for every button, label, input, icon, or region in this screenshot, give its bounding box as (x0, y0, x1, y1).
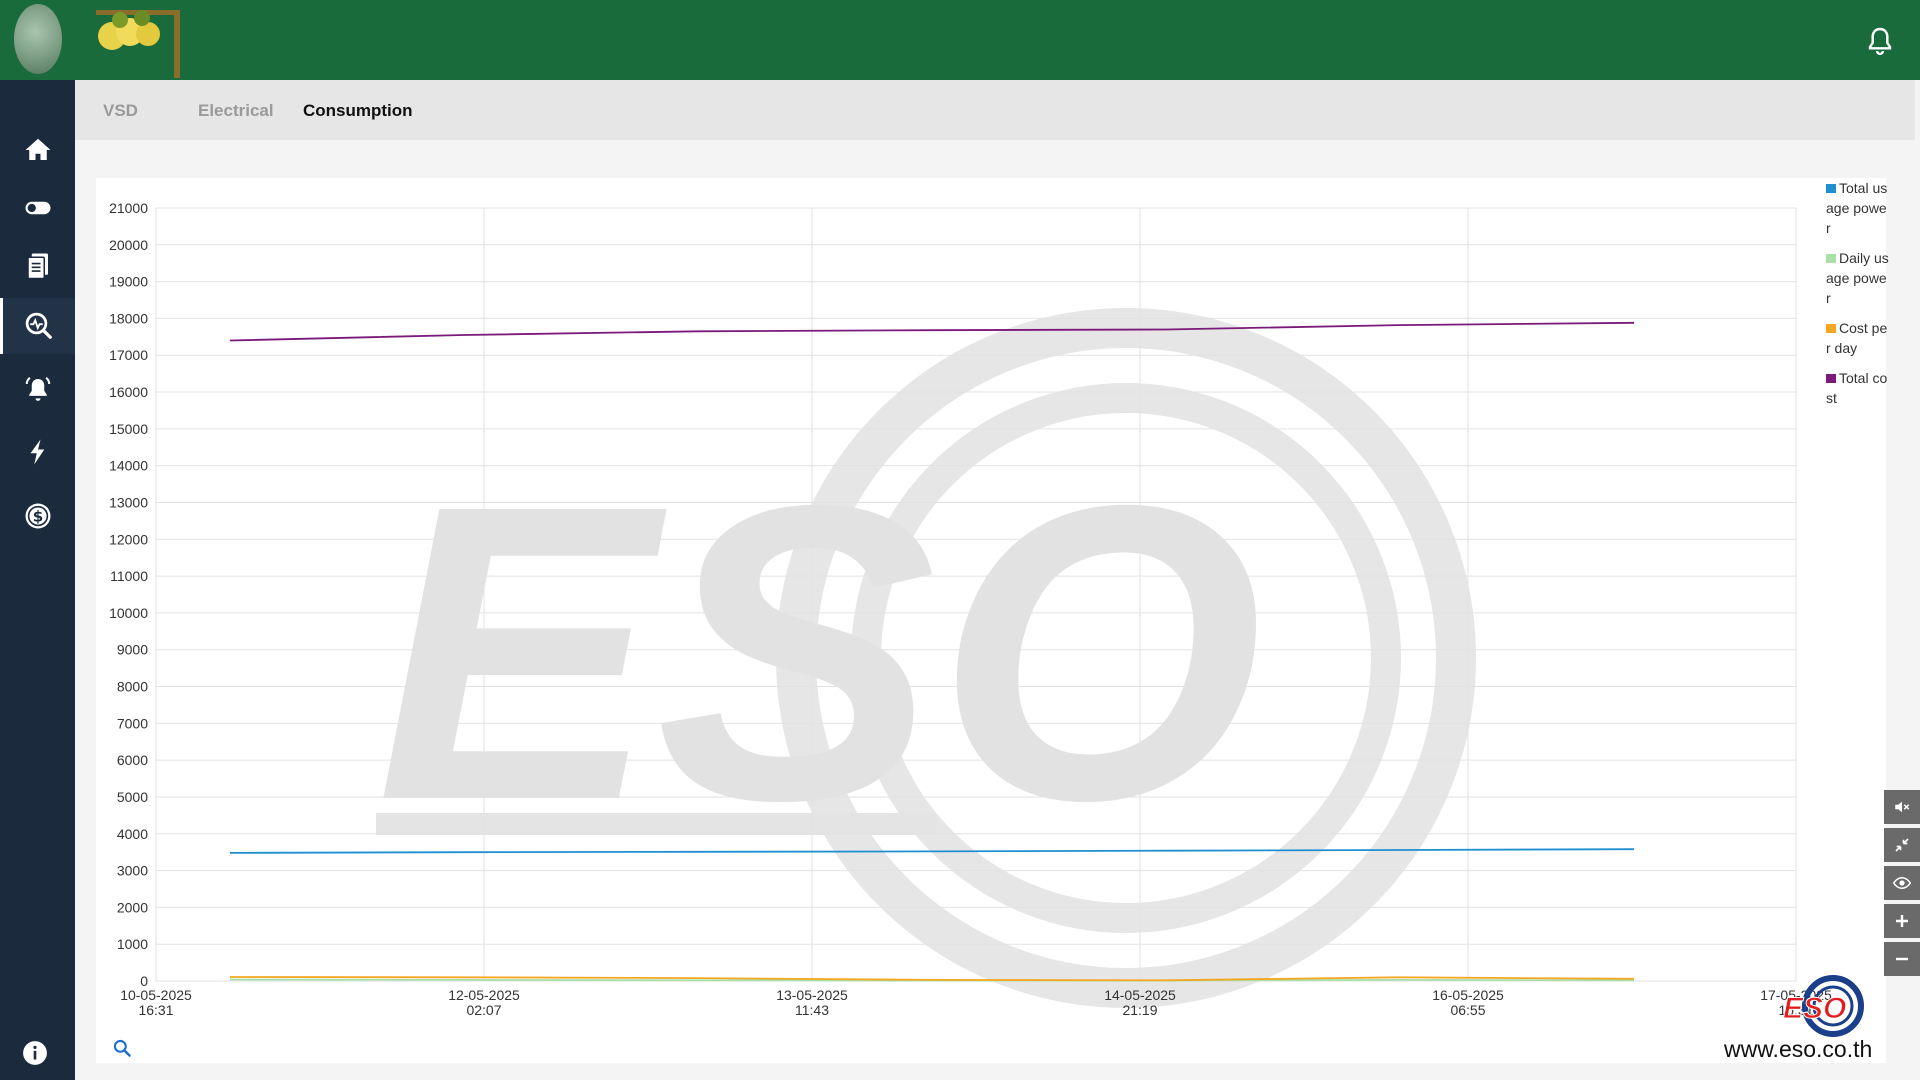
y-tick-label: 17000 (109, 347, 148, 363)
legend-swatch (1826, 324, 1836, 333)
y-tick-label: 13000 (109, 494, 148, 510)
brand-url[interactable]: www.eso.co.th (1724, 1036, 1872, 1063)
legend-swatch (1826, 374, 1836, 383)
dollar-icon: $ (25, 503, 50, 529)
zoom-out-button[interactable] (1884, 942, 1920, 976)
y-tick-label: 1000 (117, 936, 148, 952)
svg-text:$: $ (32, 508, 42, 526)
y-tick-label: 15000 (109, 421, 148, 437)
y-tick-label: 3000 (117, 863, 148, 879)
legend-item-cost-per-day[interactable]: Cost per day (1826, 318, 1890, 358)
consumption-chart: 21000 20000 19000 18000 17000 16000 15000 14000… (109, 200, 1832, 1018)
monitor-search-icon (25, 312, 52, 339)
tab-electrical[interactable]: Electrical (198, 80, 274, 140)
x-tick-date: 14-05-2025 (1104, 987, 1176, 1003)
lightning-icon (30, 439, 44, 465)
legend-swatch (1826, 254, 1836, 263)
eso-brand-logo: ESO (1783, 975, 1864, 1037)
x-tick-date: 10-05-2025 (120, 987, 192, 1003)
legend-swatch (1826, 184, 1836, 193)
company-logo (14, 4, 62, 74)
x-tick-time: 02:07 (466, 1002, 501, 1018)
y-tick-label: 10000 (109, 605, 148, 621)
eye-icon (1893, 876, 1911, 890)
y-tick-label: 12000 (109, 531, 148, 547)
y-tick-label: 5000 (117, 789, 148, 805)
sidebar-item-toggle[interactable] (0, 180, 75, 236)
sidebar-item-energy[interactable] (0, 424, 75, 480)
x-tick-time: 11:43 (795, 1002, 829, 1018)
tab-bar: VSD Electrical Consumption (75, 80, 1915, 140)
collapse-icon (1895, 838, 1909, 852)
x-tick-date: 16-05-2025 (1432, 987, 1504, 1003)
mute-button[interactable] (1884, 790, 1920, 824)
y-tick-label: 18000 (109, 310, 148, 326)
series-line-total-usage-power (229, 848, 1635, 854)
tab-vsd[interactable]: VSD (103, 80, 138, 140)
sidebar-item-monitor[interactable] (0, 298, 75, 354)
alarm-bell-icon (25, 376, 50, 401)
zoom-in-button[interactable] (1884, 904, 1920, 938)
y-tick-label: 19000 (109, 274, 148, 290)
visibility-button[interactable] (1884, 866, 1920, 900)
svg-text:ESO: ESO (1783, 992, 1846, 1025)
collapse-button[interactable] (1884, 828, 1920, 862)
plus-icon (1896, 915, 1908, 927)
y-tick-label: 21000 (109, 200, 148, 216)
sidebar: $ (0, 80, 75, 1080)
document-icon (26, 253, 48, 280)
sidebar-item-documents[interactable] (0, 238, 75, 294)
home-icon (25, 138, 50, 160)
chart-panel: ESO 21000 20000 19000 18000 17000 16000 15000 1… (96, 178, 1886, 1063)
bell-icon[interactable] (1864, 24, 1896, 58)
search-icon[interactable] (112, 1038, 132, 1058)
y-tick-label: 8000 (117, 679, 148, 695)
legend-item-total-cost[interactable]: Total cost (1826, 368, 1890, 408)
chart-legend: Total usage power Daily usage power Cost… (1826, 178, 1890, 418)
x-tick-date: 13-05-2025 (776, 987, 848, 1003)
y-tick-label: 7000 (117, 715, 148, 731)
x-tick-time: 16:31 (138, 1002, 173, 1018)
chart-tool-stack (1884, 790, 1920, 980)
y-tick-label: 6000 (117, 752, 148, 768)
mute-icon (1895, 801, 1910, 813)
legend-item-total-usage-power[interactable]: Total usage power (1826, 178, 1890, 238)
x-tick-date: 12-05-2025 (448, 987, 520, 1003)
info-icon[interactable] (22, 1040, 48, 1066)
y-tick-label: 9000 (117, 642, 148, 658)
top-header (0, 0, 1920, 80)
toggle-icon (25, 201, 50, 215)
x-tick-time: 06:55 (1450, 1002, 1485, 1018)
minus-icon (1896, 957, 1908, 961)
sidebar-item-home[interactable] (0, 122, 75, 178)
sidebar-item-cost[interactable]: $ (0, 488, 75, 544)
y-tick-label: 4000 (117, 826, 148, 842)
tab-consumption[interactable]: Consumption (303, 80, 413, 140)
series-line-total-cost (229, 321, 1635, 342)
legend-item-daily-usage-power[interactable]: Daily usage power (1826, 248, 1890, 308)
y-tick-label: 20000 (109, 237, 148, 253)
sidebar-item-alarms[interactable] (0, 361, 75, 417)
x-tick-time: 21:19 (1122, 1002, 1157, 1018)
y-tick-label: 16000 (109, 384, 148, 400)
y-tick-label: 2000 (117, 899, 148, 915)
tree-logo (96, 10, 180, 78)
y-tick-label: 14000 (109, 458, 148, 474)
y-tick-label: 11000 (110, 568, 148, 584)
